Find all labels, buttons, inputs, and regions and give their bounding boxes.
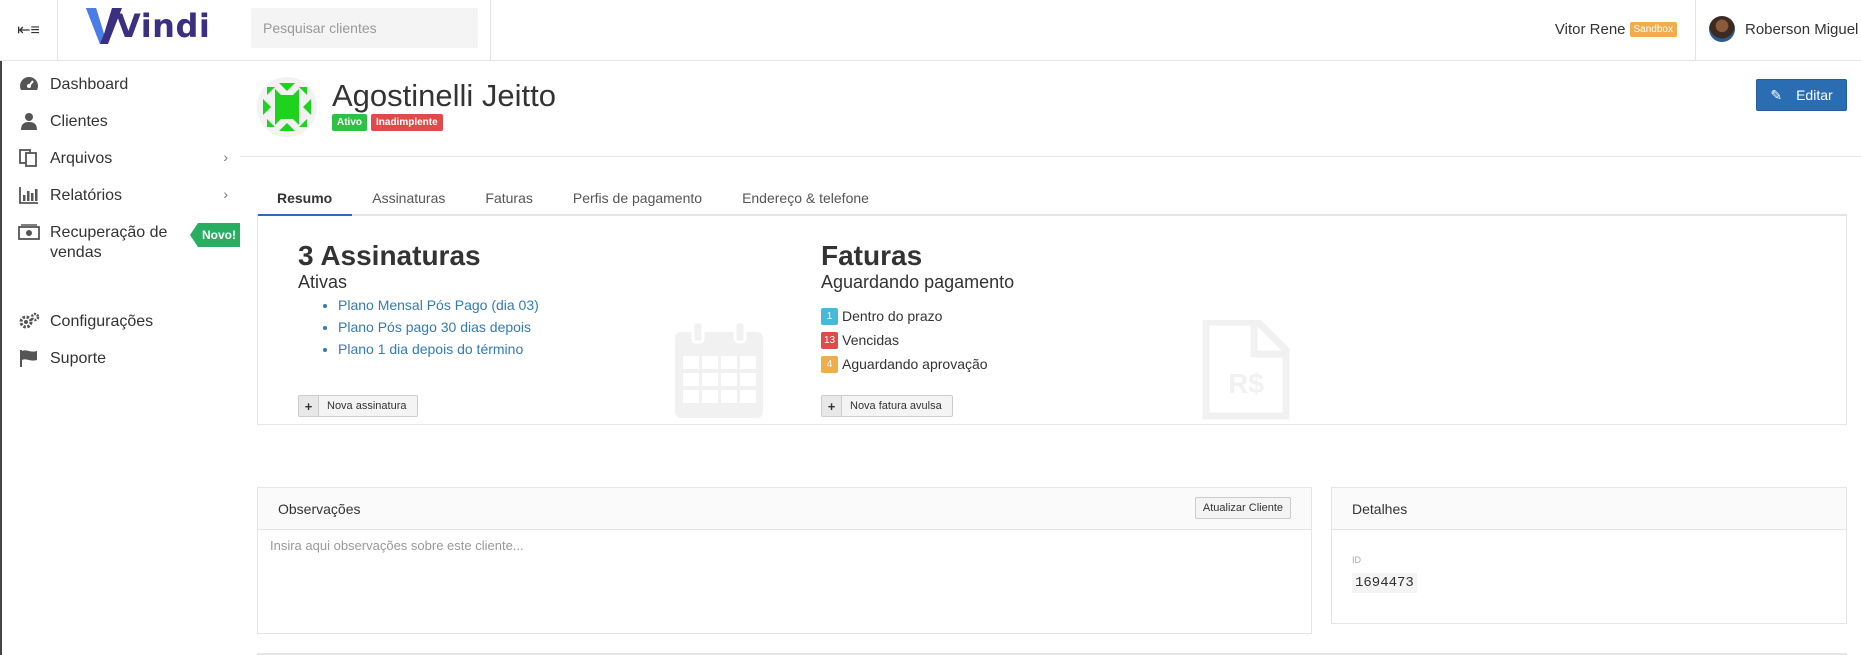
tab-endereco-telefone[interactable]: Endereço & telefone <box>722 183 889 214</box>
tab-resumo[interactable]: Resumo <box>257 183 353 216</box>
button-label: Nova fatura avulsa <box>850 400 942 412</box>
sidebar-item-label: Clientes <box>50 113 108 130</box>
panel-header: Observações Atualizar Cliente <box>258 488 1311 530</box>
bar-chart-icon <box>16 186 42 208</box>
account-name: Vitor Rene <box>1554 21 1626 38</box>
button-label: Nova assinatura <box>327 400 407 412</box>
flag-icon <box>16 349 42 371</box>
panel-title: Detalhes <box>1352 500 1408 517</box>
sidebar-item-label: Arquivos <box>50 150 113 167</box>
subscriptions-subtitle: Ativas <box>298 272 348 292</box>
plan-list: Plano Mensal Pós Pago (dia 03) Plano Pós… <box>338 294 539 360</box>
invoices-summary: Faturas Aguardando pagamento 1 Dentro do… <box>821 240 1014 376</box>
sidebar-toggle-button[interactable]: ⇤≡ <box>0 0 58 60</box>
status-badge: Inadimplente <box>371 114 443 131</box>
count-badge: 1 <box>821 307 838 325</box>
sidebar-item-label: Dashboard <box>50 76 129 93</box>
status-badges: Ativo Inadimplente <box>332 114 443 131</box>
brand-name: Vindi <box>116 7 211 45</box>
tab-assinaturas[interactable]: Assinaturas <box>352 183 465 214</box>
collapse-menu-icon: ⇤≡ <box>17 22 40 39</box>
invoice-document-icon: R$ <box>1202 320 1290 420</box>
sidebar-item-suporte[interactable]: Suporte <box>16 349 236 371</box>
customer-tabs: Resumo Assinaturas Faturas Perfis de pag… <box>257 183 1847 216</box>
invoice-status-row[interactable]: 1 Dentro do prazo <box>821 304 1014 328</box>
sidebar-item-recuperacao[interactable]: Recuperação de vendas Novo! <box>16 223 244 263</box>
edit-button[interactable]: ✎ Editar <box>1756 79 1847 111</box>
chevron-right-icon: › <box>223 149 228 165</box>
divider <box>1695 0 1696 60</box>
sidebar-item-label: Recuperação de vendas <box>50 224 168 261</box>
plus-icon: + <box>822 396 842 416</box>
subscriptions-title: 3 Assinaturas <box>298 240 481 271</box>
status-label: Dentro do prazo <box>842 308 943 324</box>
page-title: Agostinelli Jeitto <box>332 78 557 113</box>
user-name: Roberson Miguel <box>1745 20 1859 38</box>
search-input[interactable] <box>251 8 478 48</box>
sidebar: Dashboard Clientes Arquivos › Relatórios… <box>0 61 244 655</box>
summary-panel: 3 Assinaturas Ativas Plano Mensal Pós Pa… <box>257 214 1847 425</box>
user-icon <box>16 112 42 134</box>
notes-panel: Observações Atualizar Cliente <box>257 487 1312 634</box>
identicon-icon <box>263 83 311 131</box>
currency-symbol: R$ <box>1228 368 1264 399</box>
pencil-icon: ✎ <box>1770 86 1783 103</box>
sidebar-item-relatorios[interactable]: Relatórios › <box>16 186 236 208</box>
status-label: Aguardando aprovação <box>842 356 988 372</box>
notes-textarea[interactable] <box>258 530 1311 630</box>
sidebar-item-arquivos[interactable]: Arquivos › <box>16 149 236 171</box>
panel-header: Detalhes <box>1332 488 1846 530</box>
id-label: ID <box>1352 555 1361 565</box>
count-badge: 13 <box>821 331 839 349</box>
status-label: Vencidas <box>842 332 899 348</box>
new-subscription-button[interactable]: + Nova assinatura <box>298 395 418 417</box>
user-menu[interactable]: Roberson Miguel <box>1709 16 1858 42</box>
id-value: 1694473 <box>1352 573 1417 593</box>
sandbox-badge: Sandbox <box>1629 22 1677 37</box>
invoice-status-row[interactable]: 13 Vencidas <box>821 328 1014 352</box>
dashboard-icon <box>16 75 42 97</box>
tab-perfis-pagamento[interactable]: Perfis de pagamento <box>553 183 722 214</box>
avatar <box>1709 16 1735 42</box>
top-bar: ⇤≡ Vindi Vitor Rene Sandbox Roberson Mig… <box>0 0 1861 61</box>
customer-avatar <box>257 77 317 137</box>
new-badge: Novo! <box>190 223 244 247</box>
sidebar-item-clientes[interactable]: Clientes <box>16 112 236 134</box>
main-content: Agostinelli Jeitto Ativo Inadimplente ✎ … <box>240 61 1861 655</box>
plan-link[interactable]: Plano 1 dia depois do término <box>338 338 539 360</box>
tab-faturas[interactable]: Faturas <box>465 183 552 214</box>
divider <box>490 0 491 60</box>
invoices-subtitle: Aguardando pagamento <box>821 272 1015 292</box>
money-icon <box>16 223 42 245</box>
chevron-right-icon: › <box>223 186 228 202</box>
update-customer-button[interactable]: Atualizar Cliente <box>1194 497 1291 519</box>
edit-label: Editar <box>1796 87 1833 103</box>
count-badge: 4 <box>821 355 838 373</box>
sidebar-item-configuracoes[interactable]: Configurações <box>16 312 236 334</box>
sidebar-item-label: Relatórios <box>50 187 123 204</box>
files-icon <box>16 149 42 171</box>
sidebar-item-label: Suporte <box>50 350 107 367</box>
invoice-status-list: 1 Dentro do prazo 13 Vencidas 4 Aguardan… <box>821 304 1014 376</box>
plus-icon: + <box>299 396 319 416</box>
calendar-icon <box>675 320 763 418</box>
subscriptions-summary: 3 Assinaturas Ativas Plano Mensal Pós Pa… <box>298 240 539 360</box>
status-badge: Ativo <box>332 114 367 131</box>
customer-search <box>251 8 478 48</box>
invoice-status-row[interactable]: 4 Aguardando aprovação <box>821 352 1014 376</box>
sidebar-item-dashboard[interactable]: Dashboard <box>16 75 236 97</box>
brand-logo[interactable]: Vindi <box>86 4 210 48</box>
account-switcher[interactable]: Vitor Rene Sandbox <box>1555 21 1677 38</box>
panel-title: Observações <box>278 500 361 517</box>
plan-link[interactable]: Plano Pós pago 30 dias depois <box>338 316 539 338</box>
gears-icon <box>16 312 42 334</box>
invoices-title: Faturas <box>821 240 923 271</box>
new-invoice-button[interactable]: + Nova fatura avulsa <box>821 395 953 417</box>
customer-header: Agostinelli Jeitto Ativo Inadimplente ✎ … <box>240 61 1861 157</box>
details-panel: Detalhes ID 1694473 <box>1331 487 1847 624</box>
plan-link[interactable]: Plano Mensal Pós Pago (dia 03) <box>338 294 539 316</box>
sidebar-item-label: Configurações <box>50 313 154 330</box>
